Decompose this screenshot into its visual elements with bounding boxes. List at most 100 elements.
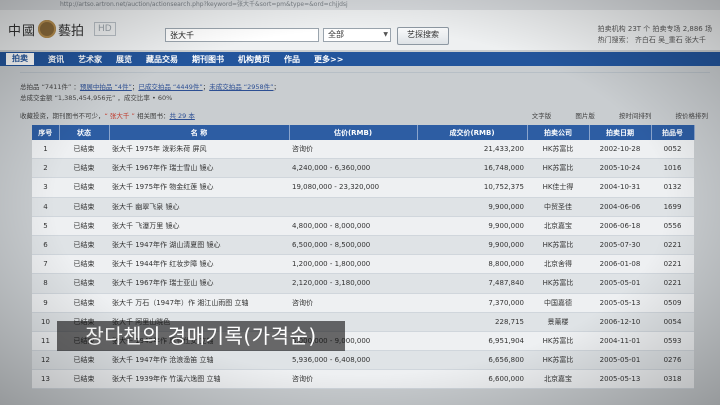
cell-status: 已结束 bbox=[59, 140, 109, 160]
cell-price: 21,433,200 bbox=[417, 140, 527, 160]
table-row[interactable]: 8 已结束 张大千 1967年作 瑞士亚山 镜心 2,120,000 - 3,180,… bbox=[32, 273, 694, 294]
cell-title-link[interactable]: 张大千 1939年作 竹溪六逸图 立轴 bbox=[109, 369, 289, 390]
nav-item-auction[interactable]: 拍卖 bbox=[6, 53, 34, 65]
divider bbox=[20, 67, 710, 73]
cell-title-link[interactable]: 张大千 飞瀑万里 镜心 bbox=[109, 216, 289, 236]
cell-lot: 0221 bbox=[651, 235, 694, 256]
table-row[interactable]: 5 已结束 张大千 飞瀑万里 镜心 4,800,000 - 8,000,000 9,90… bbox=[32, 216, 694, 236]
nav-item-artists[interactable]: 艺术家 bbox=[78, 54, 102, 65]
nav-item-books[interactable]: 期刊图书 bbox=[192, 54, 224, 65]
sold-lots-link[interactable]: 已成交拍品 “4449件” bbox=[138, 83, 202, 91]
cell-status: 已结束 bbox=[59, 254, 109, 275]
table-row[interactable]: 12 已结束 张大千 1947年作 沧浪渔笛 立轴 5,936,000 - 6,408… bbox=[32, 350, 694, 371]
table-row[interactable]: 6 已结束 张大千 1947年作 湖山清夏图 镜心 6,500,000 - 8,500… bbox=[32, 235, 694, 256]
cell-status: 已结束 bbox=[59, 197, 109, 217]
cell-company: HK佳士得 bbox=[527, 177, 589, 198]
cell-title-link[interactable]: 张大千 1975年作 物金红莲 镜心 bbox=[109, 177, 289, 198]
cell-title-link[interactable]: 张大千 1944年作 红妆步障 镜心 bbox=[109, 254, 289, 275]
cell-title-link[interactable]: 张大千 1947年作 沧浪渔笛 立轴 bbox=[109, 350, 289, 371]
cell-no: 8 bbox=[32, 273, 59, 294]
cell-company: HK苏富比 bbox=[527, 235, 589, 256]
sort-by-price-link[interactable]: 按价格排列 bbox=[676, 112, 709, 120]
image-view-link[interactable]: 图片版 bbox=[575, 112, 595, 120]
cell-estimate: 19,080,000 - 23,320,000 bbox=[289, 177, 417, 198]
nav-item-directory[interactable]: 机构黄页 bbox=[238, 54, 270, 65]
books-notice: 收藏投资，期刊图书不可少，“ 张大千 ” 相关图书：共 29 本 bbox=[20, 110, 195, 120]
cell-company: 中贸圣佳 bbox=[527, 197, 589, 217]
cell-company: 北京嘉宝 bbox=[527, 369, 589, 390]
related-books-link[interactable]: 共 29 本 bbox=[169, 112, 194, 120]
cell-price: 6,656,800 bbox=[417, 350, 527, 371]
cell-no: 6 bbox=[32, 235, 59, 256]
cell-title-link[interactable]: 张大千 1967年作 瑞士亚山 镜心 bbox=[109, 273, 289, 294]
hd-badge: HD bbox=[94, 22, 116, 36]
cell-title-link[interactable]: 张大千 1975年 泼彩朱荷 屏风 bbox=[109, 140, 289, 160]
cell-price: 6,600,000 bbox=[417, 369, 527, 390]
cell-estimate: 2,120,000 - 3,180,000 bbox=[289, 273, 417, 294]
col-header-company[interactable]: 拍卖公司 bbox=[527, 125, 590, 140]
cell-price: 6,951,904 bbox=[417, 331, 527, 352]
nav-item-trade[interactable]: 藏品交易 bbox=[146, 54, 178, 65]
unsold-lots-link[interactable]: 未成交拍品 “2958件” bbox=[209, 83, 273, 91]
col-header-estimate[interactable]: 估价(RMB) bbox=[289, 125, 418, 140]
table-row[interactable]: 4 已结束 张大千 幽翠飞泉 镜心 9,900,000 中贸圣佳 2004-06-06 16… bbox=[32, 197, 694, 217]
col-header-no[interactable]: 序号 bbox=[32, 125, 60, 140]
sort-by-time-link[interactable]: 按时间排列 bbox=[619, 112, 652, 120]
table-row[interactable]: 3 已结束 张大千 1975年作 物金红莲 镜心 19,080,000 - 23,32… bbox=[32, 177, 694, 198]
site-logo[interactable]: 中國 藝拍 HD bbox=[8, 18, 116, 40]
cell-price: 9,900,000 bbox=[417, 235, 527, 256]
cell-company: 北京嘉宝 bbox=[527, 216, 589, 236]
cell-status: 已结束 bbox=[59, 177, 109, 198]
col-header-status[interactable]: 状态 bbox=[59, 125, 110, 140]
text-view-link[interactable]: 文字版 bbox=[532, 112, 552, 120]
cell-price: 228,715 bbox=[417, 312, 527, 332]
cell-title-link[interactable]: 张大千 幽翠飞泉 镜心 bbox=[109, 197, 289, 217]
cell-estimate: 5,936,000 - 6,408,000 bbox=[289, 350, 417, 371]
summary-sep-3: ； bbox=[273, 83, 281, 91]
cell-price: 7,487,840 bbox=[417, 273, 527, 294]
cell-date: 2004-06-06 bbox=[589, 197, 651, 217]
cell-lot: 0556 bbox=[651, 216, 694, 236]
table-row[interactable]: 13 已结束 张大千 1939年作 竹溪六逸图 立轴 咨询价 6,600,000 北京嘉宝… bbox=[32, 369, 694, 390]
main-nav: 拍卖 资讯 艺术家 展览 藏品交易 期刊图书 机构黄页 作品 更多>> bbox=[0, 52, 720, 66]
search-button[interactable]: 艺探搜索 bbox=[397, 27, 449, 45]
cell-estimate: 咨询价 bbox=[289, 140, 417, 160]
cell-title-link[interactable]: 张大千 万石（1947年）作 湘江山雨图 立轴 bbox=[109, 293, 289, 313]
view-options: 文字版 图片版 按时间排列 按价格排列 bbox=[510, 110, 708, 120]
cell-title-link[interactable]: 张大千 1967年作 瑞士雪山 镜心 bbox=[109, 158, 289, 179]
cell-company: HK苏富比 bbox=[527, 350, 589, 371]
preview-lots-link[interactable]: 预展中拍品 “4件” bbox=[80, 83, 132, 91]
hot-searches[interactable]: 热门搜索： 齐白石 吴_重石 张大千 bbox=[598, 35, 712, 46]
cell-no: 9 bbox=[32, 293, 59, 313]
col-header-title[interactable]: 名 称 bbox=[109, 125, 290, 140]
cell-title-link[interactable]: 张大千 1947年作 湖山清夏图 镜心 bbox=[109, 235, 289, 256]
cell-no: 13 bbox=[32, 369, 59, 390]
table-row[interactable]: 1 已结束 张大千 1975年 泼彩朱荷 屏风 咨询价 21,433,200 HK苏富比 2… bbox=[32, 140, 694, 160]
cell-date: 2005-05-13 bbox=[589, 369, 651, 390]
auction-stats: 拍卖机构 23T 个 拍卖专场 2,886 场 bbox=[597, 25, 712, 33]
cell-price: 7,370,000 bbox=[417, 293, 527, 313]
summary-line-2: 总成交金额 “1,385,454,956元” ，成交比率 • 60% bbox=[20, 94, 173, 102]
search-scope-select[interactable]: 全部 ▼ bbox=[323, 28, 391, 42]
table-row[interactable]: 7 已结束 张大千 1944年作 红妆步障 镜心 1,200,000 - 1,800,… bbox=[32, 254, 694, 275]
nav-item-works[interactable]: 作品 bbox=[284, 54, 300, 65]
table-row[interactable]: 9 已结束 张大千 万石（1947年）作 湘江山雨图 立轴 咨询价 7,370,000 中… bbox=[32, 293, 694, 313]
cell-status: 已结束 bbox=[59, 293, 109, 313]
col-header-price[interactable]: 成交价(RMB) bbox=[417, 125, 528, 140]
table-row[interactable]: 2 已结束 张大千 1967年作 瑞士雪山 镜心 4,240,000 - 6,360,… bbox=[32, 158, 694, 179]
cell-estimate: 4,240,000 - 6,360,000 bbox=[289, 158, 417, 179]
nav-item-news[interactable]: 资讯 bbox=[48, 54, 64, 65]
nav-item-exhibitions[interactable]: 展览 bbox=[116, 54, 132, 65]
cell-no: 4 bbox=[32, 197, 59, 217]
summary-line-1: 总拍品 “7411件” ：预展中拍品 “4件”；已成交拍品 “4449件”；未成… bbox=[20, 82, 280, 93]
cell-date: 2004-11-01 bbox=[589, 331, 651, 352]
cell-no: 5 bbox=[32, 216, 59, 236]
nav-item-more[interactable]: 更多>> bbox=[314, 54, 343, 65]
cell-estimate bbox=[289, 197, 417, 217]
address-bar[interactable]: http://artso.artron.net/auction/actionse… bbox=[0, 0, 720, 10]
cell-company: 北京舍得 bbox=[527, 254, 589, 275]
search-input[interactable] bbox=[165, 28, 319, 42]
col-header-lot[interactable]: 拍品号 bbox=[651, 125, 695, 140]
video-caption: 장다첸의 경매기록(가격순) bbox=[57, 321, 345, 351]
col-header-date[interactable]: 拍卖日期 bbox=[589, 125, 652, 140]
